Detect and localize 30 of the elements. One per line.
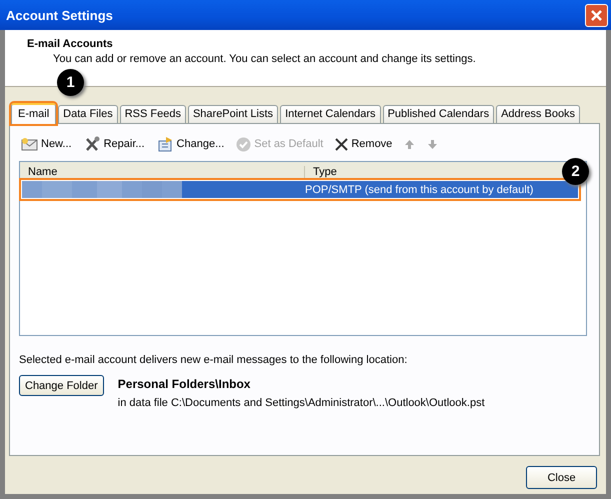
tools-icon	[84, 136, 101, 152]
close-button[interactable]: Close	[526, 466, 597, 489]
tab[interactable]: Internet Calendars	[280, 105, 381, 123]
envelope-icon	[21, 136, 38, 152]
tab[interactable]: SharePoint Lists	[188, 105, 278, 123]
location-message: Selected e-mail account delivers new e-mail messages to the following location:	[19, 354, 408, 366]
window-title: Account Settings	[5, 8, 113, 22]
account-row[interactable]: POP/SMTP (send from this account by default)	[22, 181, 578, 198]
table-cell: POP/SMTP (send from this account by default)	[305, 184, 534, 196]
section-description: You can add or remove an account. You can select an account and change its settings.	[53, 53, 477, 65]
close-icon	[335, 138, 348, 150]
tab[interactable]: Data Files	[58, 105, 118, 123]
change-folder-button[interactable]: Change Folder	[19, 375, 104, 396]
toolbar-button[interactable]: Change...	[156, 136, 224, 152]
tab[interactable]: E-mail	[11, 103, 56, 124]
section-title: E-mail Accounts	[27, 38, 114, 50]
column-header[interactable]: Name	[20, 166, 305, 178]
folder-name: Personal Folders\Inbox	[118, 377, 252, 391]
callout-badge: 2	[562, 158, 589, 185]
tab[interactable]: Address Books	[496, 105, 580, 123]
column-header[interactable]: Type	[305, 166, 345, 178]
toolbar-button[interactable]: Repair...	[84, 136, 145, 152]
toolbar-button[interactable]: Remove	[335, 138, 392, 150]
tab[interactable]: RSS Feeds	[120, 105, 186, 123]
tab[interactable]: Published Calendars	[382, 105, 494, 123]
close-icon[interactable]	[585, 4, 608, 26]
document-icon	[156, 136, 174, 152]
check-icon	[236, 136, 252, 152]
toolbar-button[interactable]: New...	[21, 136, 72, 152]
data-file-path: in data file C:\Documents and Settings\Administrator\...\Outlook\Outlook.pst	[118, 397, 485, 409]
